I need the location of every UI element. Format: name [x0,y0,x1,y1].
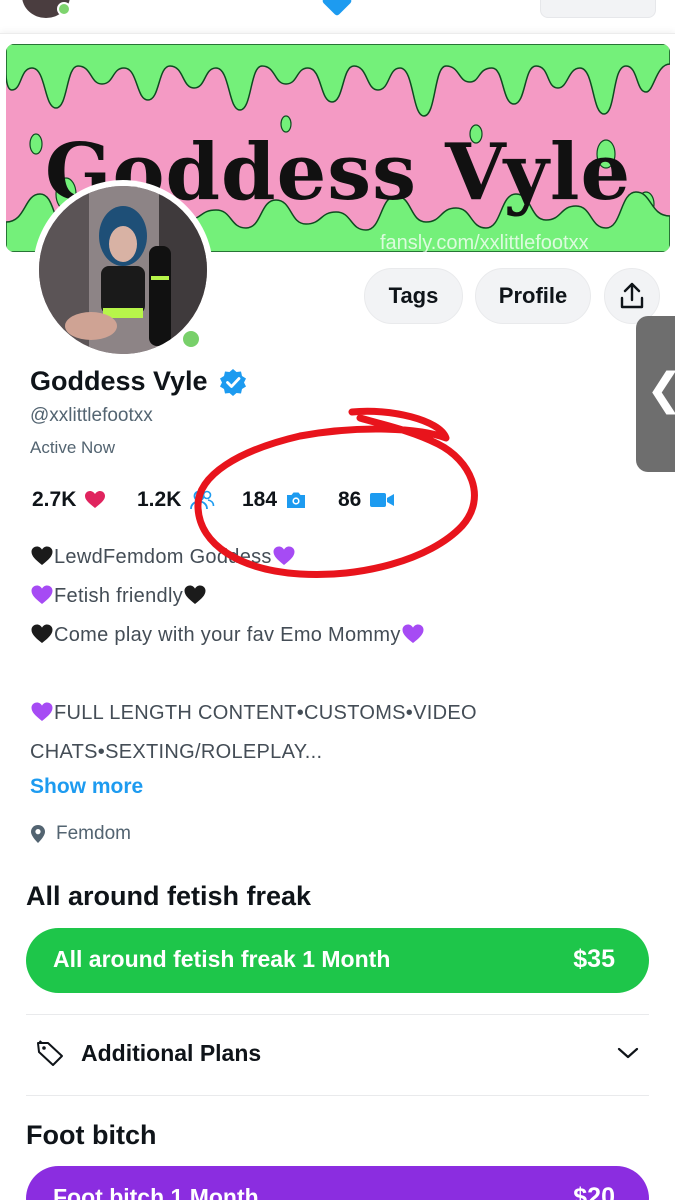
video-camera-icon [369,491,395,509]
tag-icon [37,1040,63,1066]
bio-line: Come play with your fav Emo Mommy [30,616,640,655]
purple-heart-icon [273,546,295,565]
location-text: Femdom [56,823,131,844]
profile-name: Goddess Vyle [30,366,208,396]
camera-icon [285,491,307,509]
profile-handle: @xxlittlefootxx [30,405,153,426]
bio-line: CHATS•SEXTING/ROLEPLAY... [30,741,323,763]
purple-heart-icon [402,624,424,643]
location-row: Femdom [30,823,131,845]
profile-button-label: Profile [498,283,568,308]
videos-count: 86 [338,488,362,511]
bio-line: Fetish friendly [30,577,640,616]
foot-tier-button[interactable]: Foot bitch 1 Month $20 [26,1166,649,1200]
foot-tier-heading: Foot bitch [26,1120,157,1150]
header-verified-icon [321,0,353,17]
activity-status: Active Now [30,438,116,457]
header-online-indicator [57,2,71,16]
tags-button[interactable]: Tags [364,268,463,324]
followers-stat[interactable]: 1.2K [137,488,215,512]
top-header-bar [0,0,675,30]
profile-bio: LewdFemdom Goddess Fetish friendly Come … [30,538,640,772]
likes-count: 2.7K [32,488,77,511]
bio-line: LewdFemdom Goddess [30,538,640,577]
foot-tier-label: Foot bitch 1 Month [53,1184,259,1200]
photos-count: 184 [242,488,278,511]
additional-plans-label: Additional Plans [81,1040,262,1066]
bio-line: FULL LENGTH CONTENT•CUSTOMS•VIDEO [30,694,640,733]
tags-button-label: Tags [388,283,439,308]
side-drawer-tab[interactable]: ❮ [636,316,675,472]
people-icon [189,489,215,511]
subscribe-price: $35 [573,945,615,973]
black-heart-icon [184,585,206,604]
header-button[interactable] [540,0,656,18]
profile-button[interactable]: Profile [475,268,591,324]
additional-plans-row[interactable]: Additional Plans [26,1016,649,1094]
purple-heart-icon [31,702,53,721]
foot-tier-price: $20 [573,1183,615,1200]
purple-heart-icon [31,585,53,604]
avatar-photo [39,186,207,354]
divider [26,1014,649,1015]
subscription-heading: All around fetish freak [26,881,312,911]
chevron-left-icon: ❮ [646,364,675,415]
divider [26,1095,649,1096]
black-heart-icon [31,546,53,565]
banner-watermark: fansly.com/xxlittlefootxx [380,232,589,254]
subscribe-button-label: All around fetish freak 1 Month [53,946,391,972]
followers-count: 1.2K [137,488,182,511]
online-indicator [180,328,202,350]
location-pin-icon [31,825,45,843]
subscribe-button[interactable]: All around fetish freak 1 Month $35 [26,928,649,993]
verified-badge-icon [220,369,246,396]
likes-stat[interactable]: 2.7K [32,488,106,512]
share-icon [620,282,644,309]
chevron-down-icon [617,1047,639,1059]
show-more-link[interactable]: Show more [30,775,143,799]
heart-icon [84,490,106,510]
black-heart-icon [31,624,53,643]
videos-stat[interactable]: 86 [338,488,395,512]
photos-stat[interactable]: 184 [242,488,307,512]
